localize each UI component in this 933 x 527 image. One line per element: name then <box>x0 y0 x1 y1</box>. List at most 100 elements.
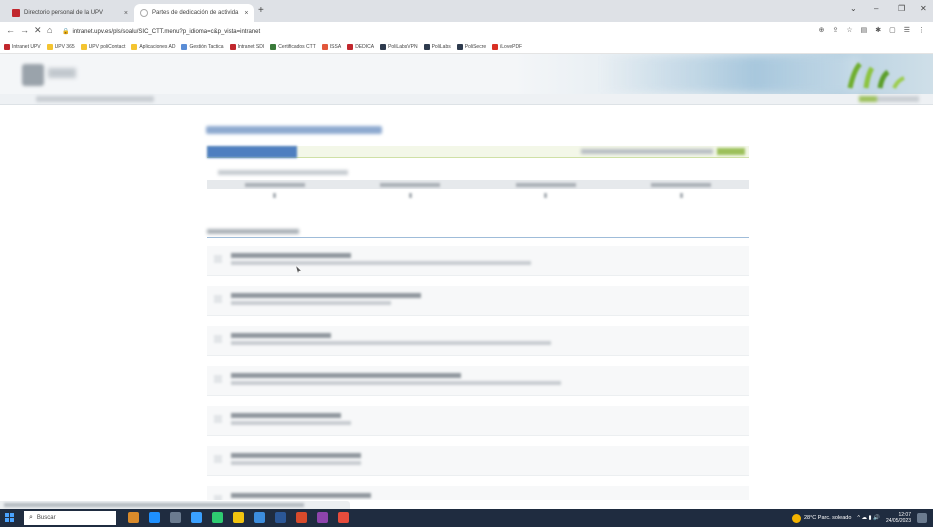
item-title <box>231 453 361 458</box>
bookmark-item[interactable]: Aplicaciones AD <box>131 44 175 50</box>
bookmark-favicon-icon <box>456 44 463 50</box>
item-icon <box>214 375 222 383</box>
close-window-button[interactable]: ✕ <box>920 4 927 13</box>
bookmark-label: Intranet UPV <box>12 44 41 50</box>
page-title <box>206 126 382 134</box>
banner-graphic <box>600 56 860 92</box>
clock[interactable]: 12:07 24/05/2023 <box>886 512 911 524</box>
list-item[interactable] <box>207 326 749 356</box>
taskbar-app-icon[interactable] <box>317 512 328 523</box>
taskbar-app-icon[interactable] <box>233 512 244 523</box>
table-cell <box>207 190 343 200</box>
go-button[interactable] <box>717 148 745 155</box>
restore-button[interactable]: ❐ <box>898 4 905 13</box>
back-button[interactable]: ← <box>6 25 15 35</box>
taskbar-app-icon[interactable] <box>338 512 349 523</box>
item-icon <box>214 295 222 303</box>
tab-search-icon[interactable]: ⌄ <box>850 4 857 13</box>
bookmark-label: DEDICA <box>355 44 375 50</box>
windows-start-icon[interactable] <box>5 513 15 523</box>
bookmark-item[interactable]: PoliLabs <box>423 44 451 50</box>
item-title <box>231 253 351 258</box>
item-description <box>231 261 531 265</box>
bookmark-label: Intranet SDI <box>237 44 265 50</box>
bookmark-item[interactable]: DEDICA <box>347 44 374 50</box>
list-item[interactable] <box>207 366 749 396</box>
breadcrumb[interactable] <box>36 96 154 102</box>
bookmark-star-icon[interactable]: ☆ <box>846 26 852 34</box>
breadcrumb-bar <box>0 94 933 105</box>
taskbar-app-icon[interactable] <box>191 512 202 523</box>
list-item[interactable] <box>207 446 749 476</box>
taskbar-app-icon[interactable] <box>128 512 139 523</box>
new-tab-button[interactable]: + <box>258 5 264 16</box>
minimize-button[interactable]: – <box>874 4 878 13</box>
bookmark-label: UPV 365 <box>54 44 75 50</box>
table-header-cell <box>478 180 614 189</box>
taskbar-app-icon[interactable] <box>170 512 181 523</box>
taskbar-search-box[interactable]: ⌕ Buscar <box>24 511 116 525</box>
tab-title: Directorio personal de la UPV <box>24 10 104 16</box>
taskbar-app-icon[interactable] <box>296 512 307 523</box>
lock-icon: 🔒 <box>62 29 70 35</box>
browser-toolbar: ← → ✕ ⌂ 🔒 intranet.upv.es/pls/soalu/SIC_… <box>0 22 933 41</box>
notifications-icon[interactable] <box>917 513 927 523</box>
tab-directorio[interactable]: Directorio personal de la UPV × <box>6 4 134 22</box>
list-item[interactable] <box>207 486 749 500</box>
weather-widget[interactable]: 28°C Parc. soleado <box>791 513 851 523</box>
taskbar-app-icon[interactable] <box>254 512 265 523</box>
close-tab-icon[interactable]: × <box>238 10 248 17</box>
table-header-cell <box>614 180 750 189</box>
page-favicon-icon <box>140 9 148 17</box>
extension-icon[interactable]: ▤ <box>861 26 868 34</box>
site-banner <box>0 54 933 94</box>
table-cell <box>343 190 479 200</box>
taskbar-app-icon[interactable] <box>212 512 223 523</box>
bookmark-item[interactable]: ISSA <box>321 44 341 50</box>
bookmark-favicon-icon <box>347 44 354 50</box>
bookmark-item[interactable]: UPV 365 <box>46 44 75 50</box>
user-menu[interactable] <box>859 96 919 102</box>
bookmark-item[interactable]: Intranet SDI <box>229 44 265 50</box>
stop-button[interactable]: ✕ <box>34 25 42 36</box>
bookmark-item[interactable]: Intranet UPV <box>4 44 41 50</box>
primary-action-button[interactable] <box>207 146 297 158</box>
extensions-puzzle-icon[interactable]: ✱ <box>875 26 881 34</box>
list-item[interactable] <box>207 406 749 436</box>
bookmark-item[interactable]: iLovePDF <box>492 44 522 50</box>
forward-button[interactable]: → <box>20 25 29 35</box>
list-item[interactable] <box>207 286 749 316</box>
tab-title: Partes de dedicación de activida <box>152 10 239 16</box>
bookmark-label: PoliLabsVPN <box>388 44 418 50</box>
share-icon[interactable]: ⇪ <box>832 26 838 34</box>
required-fields-note <box>581 149 713 154</box>
list-item[interactable] <box>207 246 749 276</box>
bookmark-favicon-icon <box>46 44 53 50</box>
close-tab-icon[interactable]: × <box>118 10 128 17</box>
table-header-cell <box>343 180 479 189</box>
page-content <box>0 54 933 500</box>
home-button[interactable]: ⌂ <box>47 25 52 35</box>
bookmark-favicon-icon <box>380 44 387 50</box>
address-bar[interactable]: 🔒 intranet.upv.es/pls/soalu/SIC_CTT.menu… <box>62 25 912 38</box>
side-panel-icon[interactable]: ▢ <box>889 26 896 34</box>
tab-partes[interactable]: Partes de dedicación de activida × <box>134 4 254 22</box>
bookmark-favicon-icon <box>131 44 138 50</box>
bookmark-item[interactable]: PoliLabsVPN <box>380 44 418 50</box>
bookmark-item[interactable]: Certificados CTT <box>270 44 316 50</box>
menu-icon[interactable]: ⋮ <box>918 26 925 34</box>
taskbar-app-icon[interactable] <box>275 512 286 523</box>
search-icon: ⌕ <box>29 514 33 521</box>
bookmark-label: PoliLabs <box>431 44 451 50</box>
bookmark-item[interactable]: PoliSecre <box>456 44 486 50</box>
tray-icons[interactable]: ^ ☁ ▮ 🔊 <box>857 515 880 521</box>
bookmark-favicon-icon <box>492 44 499 50</box>
bookmark-item[interactable]: Gestión Tactica <box>181 44 224 50</box>
profile-icon[interactable]: ☰ <box>904 26 910 34</box>
taskbar-app-icon[interactable] <box>149 512 160 523</box>
bookmark-item[interactable]: UPV poliContact <box>80 44 125 50</box>
upv-logo[interactable] <box>22 64 44 86</box>
windows-taskbar: ⌕ Buscar 28°C Parc. soleado ^ ☁ ▮ 🔊 12:0… <box>0 509 933 527</box>
table-cell <box>614 190 750 200</box>
zoom-icon[interactable]: ⊕ <box>819 26 825 34</box>
